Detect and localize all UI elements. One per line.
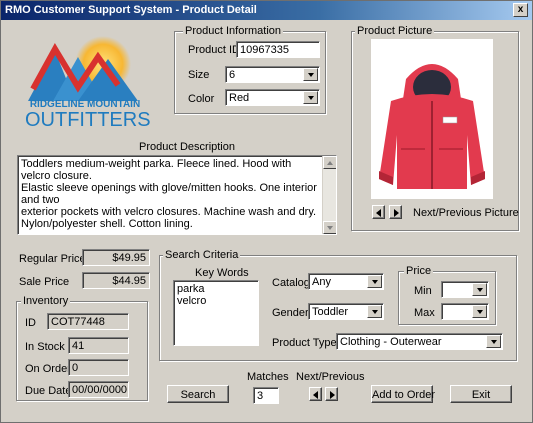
description-line: Nylon/polyester shell. Cotton lining.	[21, 218, 193, 230]
gender-label: Gender	[272, 307, 309, 319]
gender-value: Toddler	[312, 306, 349, 318]
previous-picture-button[interactable]	[372, 205, 385, 219]
previous-icon	[313, 391, 318, 399]
mountain-sun-logo-icon	[28, 36, 138, 101]
price-label: Price	[404, 265, 434, 277]
due-date-label: Due Date	[25, 385, 72, 397]
scroll-down-icon[interactable]	[323, 221, 336, 234]
window-title: RMO Customer Support System - Product De…	[5, 4, 257, 16]
key-words-label: Key Words	[195, 267, 249, 279]
chevron-down-icon[interactable]	[303, 91, 318, 104]
inventory-label: Inventory	[21, 295, 71, 307]
previous-icon	[376, 209, 381, 217]
size-select[interactable]: 6	[225, 66, 320, 83]
product-information-label: Product Information	[183, 25, 283, 37]
max-price-select[interactable]	[441, 303, 489, 320]
scroll-up-icon[interactable]	[323, 156, 336, 169]
product-id-field[interactable]: 10967335	[236, 41, 320, 58]
close-icon: x	[517, 4, 524, 15]
product-description-label: Product Description	[139, 141, 235, 153]
company-logo: RIDGELINE MOUNTAIN OUTFITTERS	[23, 29, 151, 139]
catalog-select[interactable]: Any	[308, 273, 384, 290]
chevron-down-icon[interactable]	[472, 305, 487, 318]
catalog-value: Any	[312, 276, 331, 288]
description-line: Elastic sleeve openings with glove/mitte…	[21, 182, 317, 206]
description-line: exterior pockets with velcro closures. M…	[21, 206, 317, 218]
title-bar: RMO Customer Support System - Product De…	[1, 1, 532, 20]
gender-select[interactable]: Toddler	[308, 303, 384, 320]
product-detail-window: RMO Customer Support System - Product De…	[0, 0, 533, 423]
product-description-textarea[interactable]: Toddlers medium-weight parka. Fleece lin…	[17, 155, 337, 235]
key-words-listbox[interactable]: parka velcro	[173, 280, 259, 346]
in-stock-field: 41	[68, 337, 129, 354]
chevron-down-icon[interactable]	[367, 305, 382, 318]
product-picture	[371, 39, 493, 199]
next-match-button[interactable]	[325, 387, 338, 401]
chevron-down-icon[interactable]	[303, 68, 318, 81]
product-type-select[interactable]: Clothing - Outerwear	[336, 333, 503, 350]
keyword-item[interactable]: velcro	[177, 295, 255, 307]
description-line: Toddlers medium-weight parka. Fleece lin…	[21, 158, 292, 182]
close-button[interactable]: x	[513, 3, 528, 17]
search-button[interactable]: Search	[167, 385, 229, 403]
in-stock-label: In Stock	[25, 341, 65, 353]
chevron-down-icon[interactable]	[367, 275, 382, 288]
catalog-label: Catalog	[272, 277, 310, 289]
product-picture-label: Product Picture	[355, 25, 435, 37]
matches-field: 3	[253, 387, 279, 404]
next-icon	[394, 209, 399, 217]
color-select[interactable]: Red	[225, 89, 320, 106]
next-icon	[330, 391, 335, 399]
product-id-label: Product ID	[188, 44, 240, 56]
on-order-label: On Order	[25, 363, 71, 375]
next-previous-picture-label: Next/Previous Picture	[413, 207, 519, 219]
product-type-label: Product Type	[272, 337, 337, 349]
sale-price-field: $44.95	[82, 272, 150, 289]
logo-line-2: OUTFITTERS	[25, 109, 151, 131]
due-date-field: 00/00/0000	[68, 381, 129, 398]
color-value: Red	[229, 92, 250, 104]
exit-button[interactable]: Exit	[450, 385, 512, 403]
regular-price-label: Regular Price	[19, 253, 86, 265]
next-picture-button[interactable]	[389, 205, 402, 219]
chevron-down-icon[interactable]	[486, 335, 501, 348]
description-scrollbar[interactable]	[322, 156, 336, 234]
inventory-id-field: COT77448	[47, 313, 129, 330]
size-value: 6	[229, 69, 236, 81]
min-price-label: Min	[414, 285, 432, 297]
max-price-label: Max	[414, 307, 435, 319]
regular-price-field: $49.95	[82, 249, 150, 266]
color-label: Color	[188, 93, 215, 105]
matches-label: Matches	[247, 371, 289, 383]
on-order-field: 0	[68, 359, 129, 376]
next-previous-label: Next/Previous	[296, 371, 365, 383]
chevron-down-icon[interactable]	[472, 283, 487, 296]
size-label: Size	[188, 69, 210, 81]
keyword-item[interactable]: parka	[177, 283, 255, 295]
previous-match-button[interactable]	[309, 387, 322, 401]
inventory-id-label: ID	[25, 317, 36, 329]
search-criteria-label: Search Criteria	[163, 249, 241, 261]
product-type-value: Clothing - Outerwear	[340, 336, 442, 348]
min-price-select[interactable]	[441, 281, 489, 298]
sale-price-label: Sale Price	[19, 276, 70, 288]
add-to-order-button[interactable]: Add to Order	[371, 385, 435, 403]
